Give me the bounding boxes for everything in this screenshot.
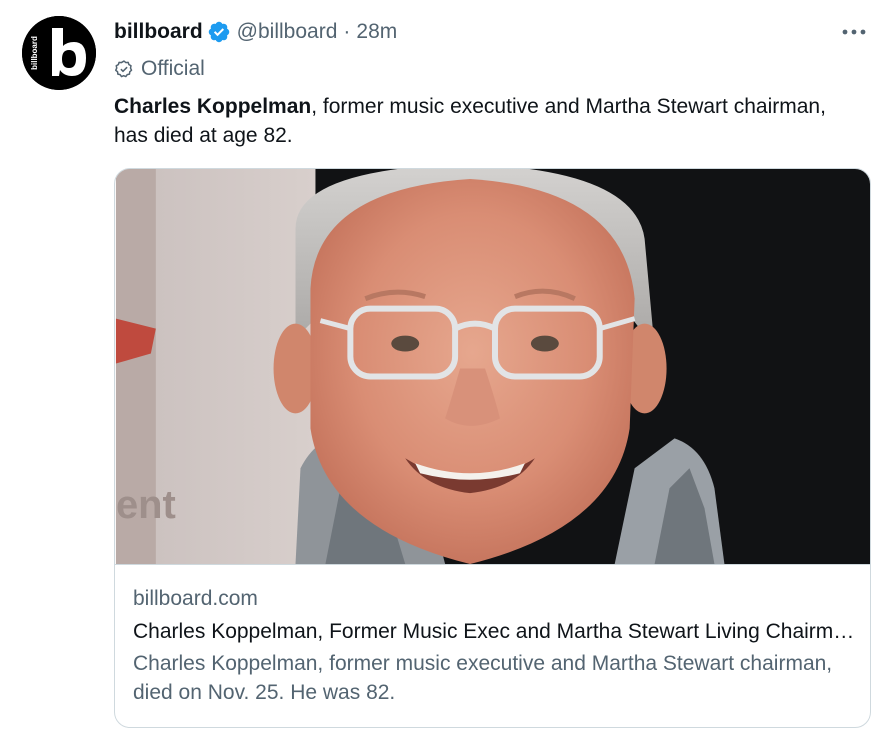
handle[interactable]: @billboard [237, 20, 338, 44]
official-label: Official [114, 55, 205, 83]
official-text: Official [141, 57, 205, 80]
verified-outline-icon [115, 60, 133, 78]
billboard-logo: billboard [22, 16, 96, 90]
tweet-header: billboard @billboard · 28m [114, 18, 397, 46]
avatar-wordmark: billboard [30, 36, 39, 70]
link-card[interactable]: ent billboard.com Charles Koppelman, For… [114, 168, 871, 728]
tweet[interactable]: billboard billboard @billboard · 28m Off… [0, 0, 889, 735]
timestamp[interactable]: 28m [356, 20, 397, 44]
tweet-text-bold: Charles Koppelman [114, 95, 312, 118]
card-domain: billboard.com [133, 587, 258, 610]
avatar[interactable]: billboard [22, 16, 96, 90]
card-image[interactable]: ent [115, 169, 871, 565]
card-description: Charles Koppelman, former music executiv… [133, 652, 833, 704]
image-watermark: ent [116, 483, 176, 527]
tweet-text: Charles Koppelman, former music executiv… [114, 92, 834, 150]
more-options-button[interactable] [837, 20, 871, 44]
display-name[interactable]: billboard [114, 20, 203, 44]
separator-dot: · [343, 20, 351, 43]
card-title: Charles Koppelman, Former Music Exec and… [133, 620, 858, 643]
ellipsis-icon [842, 29, 866, 35]
verified-badge-icon[interactable] [207, 20, 231, 44]
